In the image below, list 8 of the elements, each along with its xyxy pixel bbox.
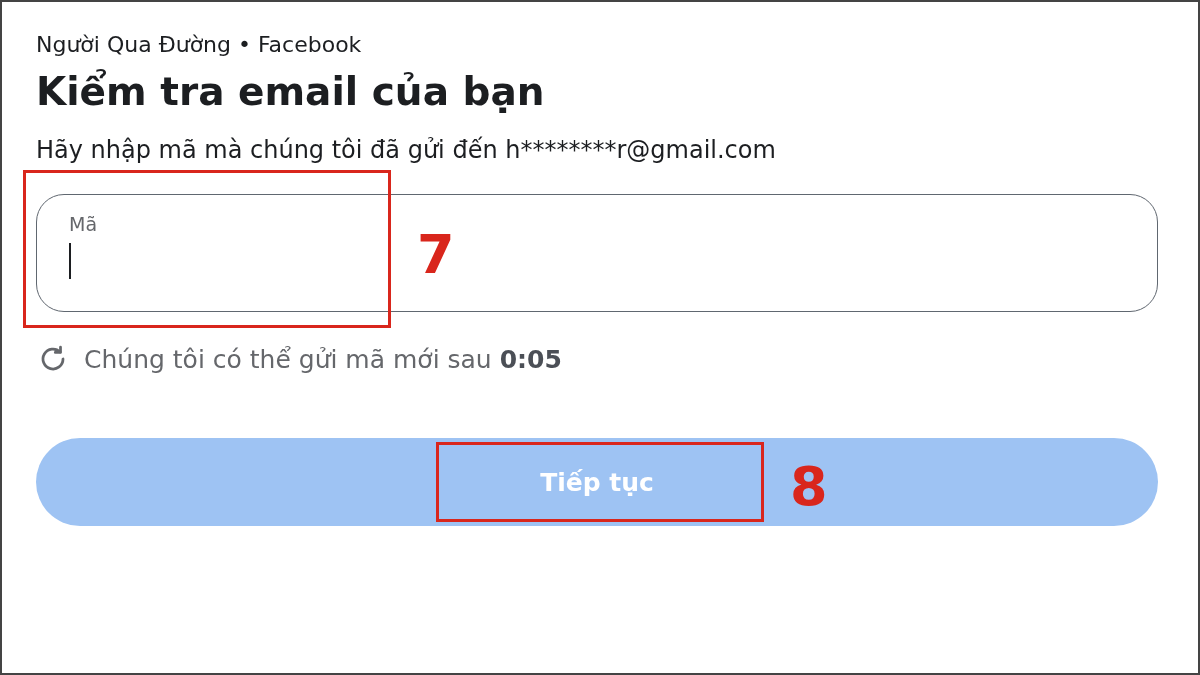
annotation-number: 7	[417, 228, 455, 282]
page-title: Kiểm tra email của bạn	[36, 69, 546, 114]
field-label: Mã	[69, 213, 99, 235]
instruction-text: Hãy nhập mã mà chúng tôi đã gửi đến h********r@gmail.com	[36, 136, 777, 164]
text-cursor	[69, 243, 71, 279]
page-header: Người Qua Đường • Facebook	[36, 32, 363, 57]
annotation-number: 8	[790, 460, 828, 514]
resend-timer-text: Chúng tôi có thể gửi mã mới sau 0:05	[84, 344, 562, 374]
